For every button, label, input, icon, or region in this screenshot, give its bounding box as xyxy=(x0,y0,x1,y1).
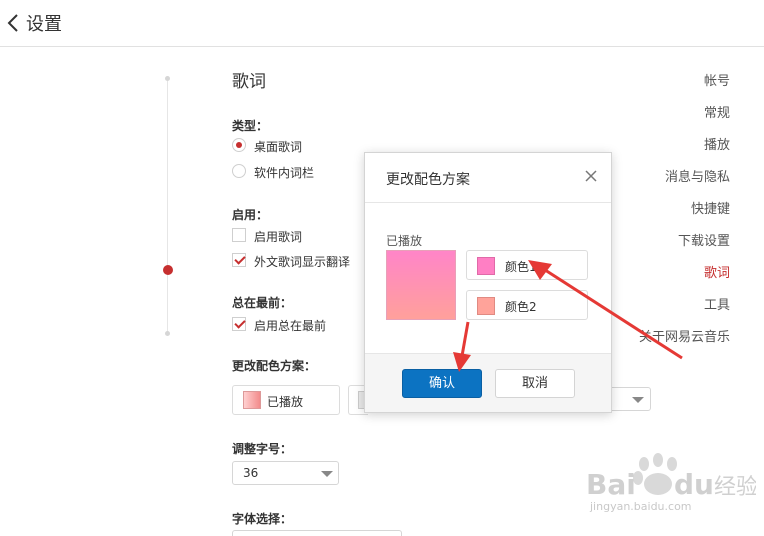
radio-desktop-lyrics-label: 桌面歌词 xyxy=(254,140,303,154)
played-color-button[interactable]: 已播放 xyxy=(232,385,340,415)
checkbox-show-translation[interactable] xyxy=(232,253,246,267)
checkbox-enable-lyrics-label: 启用歌词 xyxy=(254,230,303,244)
title-bar: 设置 xyxy=(0,0,764,47)
font-select-label: 字体选择： xyxy=(232,512,293,526)
sidebar-item-download[interactable]: 下载设置 xyxy=(678,230,730,249)
confirm-button[interactable]: 确认 xyxy=(402,369,482,398)
svg-text:Bai: Bai xyxy=(586,468,636,501)
sidebar-item-tools[interactable]: 工具 xyxy=(704,294,730,313)
svg-text:经验: 经验 xyxy=(714,475,756,500)
checkbox-always-on-top-label: 启用总在最前 xyxy=(254,319,327,333)
checkbox-show-translation-label: 外文歌词显示翻译 xyxy=(254,255,351,269)
played-color-label: 已播放 xyxy=(267,395,304,409)
svg-text:du: du xyxy=(674,468,714,501)
sidebar-item-shortcuts[interactable]: 快捷键 xyxy=(691,198,730,217)
sidebar-dot-account xyxy=(165,76,170,81)
font-family-select[interactable] xyxy=(232,530,402,536)
chevron-down-icon xyxy=(321,471,333,477)
sidebar-track xyxy=(167,78,168,334)
color1-picker[interactable]: 颜色1 xyxy=(466,250,588,280)
sidebar-item-messages-privacy[interactable]: 消息与隐私 xyxy=(665,166,730,185)
font-size-value: 36 xyxy=(243,466,259,480)
color2-picker[interactable]: 颜色2 xyxy=(466,290,588,320)
sidebar-item-about[interactable]: 关于网易云音乐 xyxy=(639,326,730,345)
sidebar-item-general[interactable]: 常规 xyxy=(704,102,730,121)
sidebar-item-account[interactable]: 帐号 xyxy=(704,70,730,89)
sidebar-dot-about xyxy=(165,331,170,336)
checkbox-always-on-top[interactable] xyxy=(232,317,246,331)
dialog-title: 更改配色方案 xyxy=(386,172,470,188)
color-preview xyxy=(386,250,456,320)
played-color-swatch xyxy=(243,391,261,409)
color2-swatch xyxy=(477,297,495,315)
chevron-down-icon xyxy=(632,397,644,403)
cancel-button[interactable]: 取消 xyxy=(495,369,575,398)
type-label: 类型： xyxy=(232,119,269,133)
color1-label: 颜色1 xyxy=(505,260,537,274)
watermark-url: jingyan.baidu.com xyxy=(590,500,692,513)
radio-desktop-lyrics[interactable] xyxy=(232,138,246,152)
on-top-label: 总在最前： xyxy=(232,296,293,310)
lyric-style-select[interactable] xyxy=(608,387,651,411)
color1-swatch xyxy=(477,257,495,275)
sidebar-item-playback[interactable]: 播放 xyxy=(704,134,730,153)
enable-label: 启用： xyxy=(232,208,269,222)
back-arrow-icon[interactable] xyxy=(6,12,20,34)
footer-divider xyxy=(365,353,611,354)
dialog-divider xyxy=(365,202,611,203)
font-size-select[interactable]: 36 xyxy=(232,461,339,485)
sidebar-active-dot xyxy=(163,265,173,275)
radio-inapp-lyrics-label: 软件内词栏 xyxy=(254,166,315,180)
sidebar-item-lyrics[interactable]: 歌词 xyxy=(704,262,730,281)
preview-label: 已播放 xyxy=(386,234,423,248)
color2-label: 颜色2 xyxy=(505,300,537,314)
close-icon[interactable] xyxy=(584,169,598,183)
radio-inapp-lyrics[interactable] xyxy=(232,164,246,178)
section-title: 歌词 xyxy=(232,72,266,92)
page-title: 设置 xyxy=(26,14,62,35)
checkbox-enable-lyrics[interactable] xyxy=(232,228,246,242)
font-size-label: 调整字号： xyxy=(232,442,293,456)
color-scheme-dialog: 更改配色方案 已播放 颜色1 颜色2 确认 取消 xyxy=(364,152,612,413)
color-scheme-label: 更改配色方案： xyxy=(232,359,317,373)
